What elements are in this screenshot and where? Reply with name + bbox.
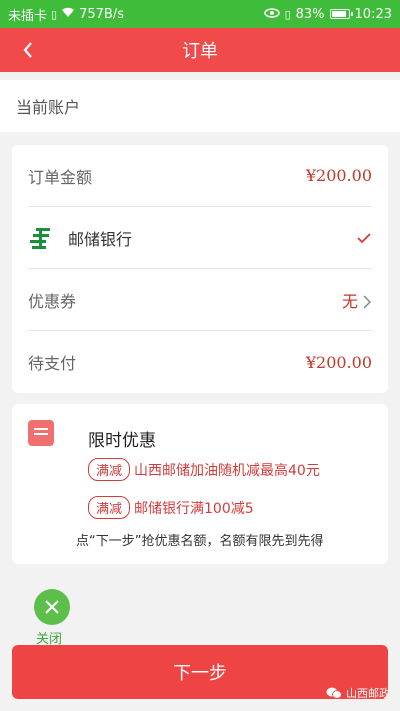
battery-percent: 83% bbox=[295, 6, 325, 22]
order-amount-label: 订单金额 bbox=[28, 167, 93, 187]
network-speed: 757B/s bbox=[79, 6, 124, 22]
promo-tag: 满减 bbox=[88, 496, 131, 519]
carrier-text: 未插卡 bbox=[8, 8, 48, 24]
coupon-label: 优惠券 bbox=[28, 291, 77, 311]
wifi-icon bbox=[61, 7, 75, 21]
page-title: 订单 bbox=[182, 41, 218, 62]
sim-icon: ▯ bbox=[51, 7, 58, 21]
current-account-label: 当前账户 bbox=[16, 98, 81, 117]
amount-due-label: 待支付 bbox=[28, 354, 77, 373]
eye-icon bbox=[263, 7, 280, 21]
watermark-text: 山西邮政 bbox=[346, 687, 390, 700]
chevron-left-icon bbox=[23, 42, 32, 58]
promo-tag: 满减 bbox=[88, 458, 131, 481]
amount-due-value: ¥200.00 bbox=[305, 352, 372, 372]
order-amount-value: ¥200.00 bbox=[305, 166, 372, 185]
back-button[interactable] bbox=[14, 36, 42, 64]
limited-offer-card: 限时优惠 满减 山西邮储加油随机减最高40元 满减 邮储银行满100减5 点“下… bbox=[12, 404, 388, 564]
postal-bank-logo-icon bbox=[30, 227, 50, 249]
battery-icon bbox=[329, 9, 353, 19]
wechat-icon bbox=[326, 687, 342, 699]
order-summary-card: 订单金额 ¥200.00 邮储银行 优惠券 无 待支付 ¥200.00 bbox=[12, 145, 388, 393]
promo-title: 限时优惠 bbox=[88, 431, 156, 451]
close-icon bbox=[45, 600, 59, 614]
promo-text: 山西邮储加油随机减最高40元 bbox=[134, 462, 320, 479]
coupon-icon bbox=[28, 420, 54, 446]
coupon-value-text: 无 bbox=[341, 291, 358, 311]
close-button[interactable] bbox=[34, 589, 70, 625]
coupon-value: 无 bbox=[342, 288, 372, 312]
promo-item: 满减 邮储银行满100减5 bbox=[88, 496, 254, 519]
clock: 10:23 bbox=[354, 6, 392, 22]
vibrate-icon: ▯ bbox=[284, 7, 291, 21]
check-icon bbox=[357, 232, 371, 243]
bank-name: 邮储银行 bbox=[68, 229, 133, 249]
promo-text: 邮储银行满100减5 bbox=[134, 500, 254, 517]
payment-bank-row[interactable]: 邮储银行 bbox=[28, 207, 372, 269]
order-amount-row: 订单金额 ¥200.00 bbox=[28, 145, 372, 207]
coupon-row[interactable]: 优惠券 无 bbox=[28, 269, 372, 331]
chevron-right-icon bbox=[363, 295, 372, 309]
current-account-row[interactable]: 当前账户 bbox=[0, 80, 400, 132]
amount-due-row: 待支付 ¥200.00 bbox=[28, 331, 372, 393]
wechat-watermark: 山西邮政 bbox=[326, 685, 390, 701]
status-bar: 未插卡 ▯ 757B/s ▯ 83% 10:23 bbox=[0, 0, 400, 28]
nav-bar: 订单 bbox=[0, 28, 400, 72]
promo-note: 点“下一步”抢优惠名额，名额有限先到先得 bbox=[76, 534, 324, 549]
promo-item: 满减 山西邮储加油随机减最高40元 bbox=[88, 458, 320, 481]
